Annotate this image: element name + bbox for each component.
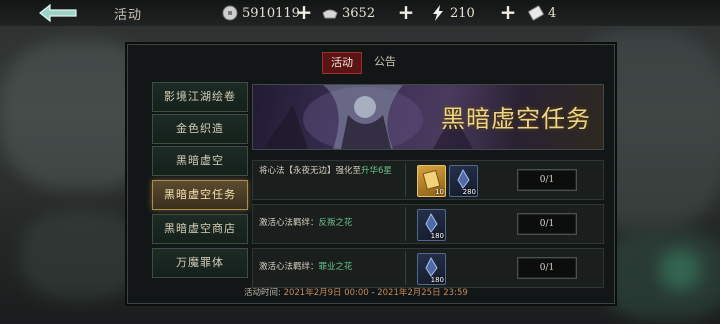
event-banner: 黑暗虚空任务 [252, 84, 604, 150]
page-title: 活动 [114, 8, 143, 23]
dark-shard-reward[interactable]: 180 [417, 253, 446, 285]
task-row: 激活心法羁绊：反叛之花 180 0/1 [252, 204, 604, 244]
stamina-counter: 210 [430, 3, 475, 23]
silver-coin-value: 5910119 [242, 5, 300, 21]
ticket-value: 4 [548, 5, 557, 21]
ingot-icon [322, 9, 338, 19]
top-bar: 活动 5910119 + 3652 + 210 + 4 [0, 0, 720, 26]
banner-title: 黑暗虚空任务 [441, 105, 591, 133]
task-progress-button[interactable]: 0/1 [517, 213, 577, 235]
add-ingot-button[interactable]: + [396, 2, 416, 23]
side-item-dark-void-shop[interactable]: 黑暗虚空商店 [152, 214, 248, 244]
ticket-icon [528, 5, 544, 21]
side-item-shadow-scroll[interactable]: 影境江湖绘卷 [152, 82, 248, 112]
ingot-value: 3652 [342, 5, 376, 21]
lightning-icon [433, 5, 443, 21]
back-button[interactable] [36, 3, 80, 23]
task-description: 激活心法羁绊：反叛之花 [259, 218, 353, 228]
event-time-label: 活动时间: [244, 288, 281, 298]
event-time-start: 2021年2月9日 00:00 [283, 288, 369, 298]
event-time-separator: - [371, 288, 375, 298]
dark-shard-reward[interactable]: 180 [417, 209, 446, 241]
side-item-demon-body[interactable]: 万魔罪体 [152, 248, 248, 278]
task-description: 激活心法羁绊：罪业之花 [259, 262, 353, 272]
task-row: 将心法【永夜无边】强化至升华6星 10 280 0/1 [252, 160, 604, 200]
side-item-dark-void[interactable]: 黑暗虚空 [152, 146, 248, 176]
event-time: 活动时间: 2021年2月9日 00:00 - 2021年2月25日 23:59 [244, 286, 468, 298]
stamina-value: 210 [450, 5, 475, 21]
task-description: 将心法【永夜无边】强化至升华6星 [259, 166, 392, 176]
tab-activity[interactable]: 活动 [322, 52, 362, 74]
tab-bar: 活动 公告 [322, 52, 404, 74]
side-item-golden-weave[interactable]: 金色织造 [152, 114, 248, 144]
gold-scroll-reward[interactable]: 10 [417, 165, 446, 197]
back-arrow-icon [39, 3, 77, 23]
ticket-counter: 4 [528, 3, 556, 23]
task-row: 激活心法羁绊：罪业之花 180 0/1 [252, 248, 604, 288]
silver-coin-icon [222, 5, 238, 21]
ingot-counter: 3652 [322, 3, 375, 23]
tab-announcement[interactable]: 公告 [366, 52, 404, 72]
event-time-end: 2021年2月25日 23:59 [377, 288, 468, 298]
task-progress-button[interactable]: 0/1 [517, 169, 577, 191]
add-stamina-button[interactable]: + [498, 2, 518, 23]
add-silver-coin-button[interactable]: + [294, 2, 314, 23]
dark-shard-reward[interactable]: 280 [449, 165, 478, 197]
task-progress-button[interactable]: 0/1 [517, 257, 577, 279]
silver-coin-counter: 5910119 [222, 3, 300, 23]
side-item-dark-void-tasks[interactable]: 黑暗虚空任务 [152, 180, 248, 210]
